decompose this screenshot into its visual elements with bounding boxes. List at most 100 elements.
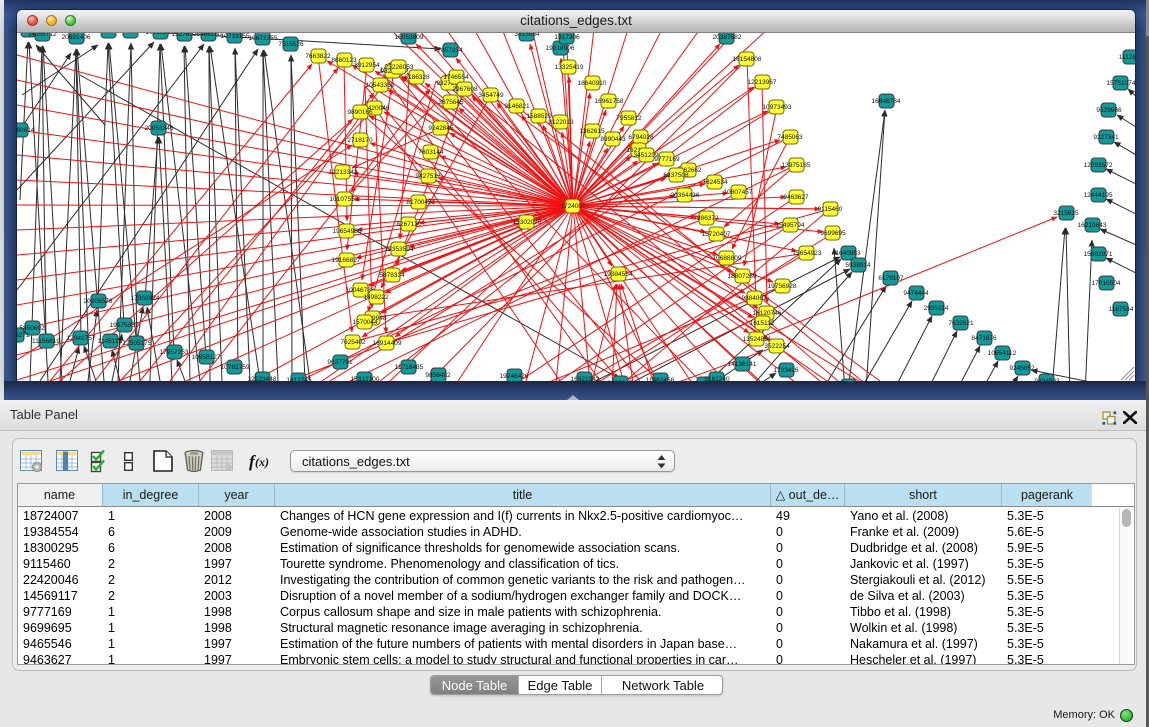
svg-text:10782759: 10782759: [221, 364, 250, 371]
svg-text:15692971: 15692971: [1084, 251, 1113, 258]
svg-text:16914409: 16914409: [373, 340, 402, 347]
svg-text:16154808: 16154808: [733, 56, 762, 63]
svg-text:8912954: 8912954: [354, 62, 380, 69]
svg-text:9890166: 9890166: [347, 109, 373, 116]
svg-text:13524851: 13524851: [743, 336, 772, 343]
svg-text:18807269: 18807269: [728, 273, 757, 280]
svg-text:6837508: 6837508: [663, 172, 689, 179]
svg-text:8471876: 8471876: [971, 335, 997, 342]
svg-text:1112864: 1112864: [1119, 54, 1135, 61]
svg-text:1824534: 1824534: [702, 179, 728, 186]
svg-text:18557251: 18557251: [117, 33, 146, 35]
svg-text:9856482: 9856482: [425, 372, 451, 379]
svg-text:2718170: 2718170: [347, 137, 373, 144]
svg-text:15654923: 15654923: [793, 250, 822, 257]
svg-text:7955812: 7955812: [616, 115, 642, 122]
svg-text:7632621: 7632621: [948, 320, 974, 327]
svg-text:13975165: 13975165: [782, 162, 811, 169]
svg-text:(x): (x): [255, 455, 269, 469]
svg-text:10688609: 10688609: [713, 255, 742, 262]
svg-text:8660123: 8660123: [331, 57, 357, 64]
svg-text:19975857: 19975857: [110, 322, 139, 329]
svg-text:9146821: 9146821: [504, 103, 530, 110]
svg-text:19246426: 19246426: [500, 373, 529, 380]
svg-text:11716485: 11716485: [395, 364, 424, 371]
svg-text:12444195: 12444195: [1084, 192, 1113, 199]
svg-text:20691406: 20691406: [62, 34, 91, 41]
svg-text:7663822: 7663822: [305, 53, 331, 60]
svg-text:10973493: 10973493: [763, 104, 792, 111]
svg-text:7485063: 7485063: [777, 134, 803, 141]
svg-text:8170045: 8170045: [406, 199, 432, 206]
svg-text:10958127: 10958127: [192, 354, 221, 361]
svg-text:10671355: 10671355: [249, 35, 278, 42]
svg-text:9115460: 9115460: [818, 206, 843, 213]
svg-text:17957253: 17957253: [160, 349, 189, 356]
svg-text:1640953: 1640953: [835, 250, 861, 257]
svg-text:10719155: 10719155: [221, 33, 250, 40]
svg-text:3813054: 3813054: [514, 33, 540, 38]
svg-text:16053809: 16053809: [395, 34, 424, 41]
svg-text:10654112: 10654112: [988, 350, 1017, 357]
svg-text:20364436: 20364436: [671, 192, 700, 199]
svg-text:1145193: 1145193: [98, 338, 123, 345]
svg-text:10807457: 10807457: [724, 189, 753, 196]
svg-text:15302075: 15302075: [513, 219, 542, 226]
svg-text:1498222: 1498222: [363, 294, 389, 301]
svg-text:8990443: 8990443: [600, 136, 626, 143]
svg-text:15495794: 15495794: [776, 222, 805, 229]
svg-text:7515526: 7515526: [278, 41, 304, 48]
svg-text:1527602: 1527602: [171, 33, 197, 38]
svg-text:2967608: 2967608: [452, 86, 478, 93]
svg-text:16648784: 16648784: [872, 98, 901, 105]
svg-text:6466160: 6466160: [196, 33, 222, 38]
svg-text:8122013: 8122013: [548, 119, 574, 126]
svg-text:3915271: 3915271: [17, 332, 30, 339]
svg-text:1917306: 1917306: [554, 34, 580, 41]
svg-text:11156819: 11156819: [32, 338, 60, 345]
svg-text:12213967: 12213967: [748, 79, 777, 86]
svg-text:19756928: 19756928: [768, 283, 797, 290]
svg-text:12213343: 12213343: [329, 169, 358, 176]
svg-text:12042757: 12042757: [67, 335, 96, 342]
svg-text:3454749: 3454749: [478, 92, 504, 99]
svg-text:20053346: 20053346: [145, 125, 174, 132]
svg-text:10543362: 10543362: [366, 82, 395, 89]
svg-text:14136141: 14136141: [728, 361, 757, 368]
svg-text:5938914: 5938914: [845, 262, 871, 269]
svg-text:3215935: 3215935: [1053, 210, 1079, 217]
svg-text:20160614: 20160614: [17, 127, 35, 134]
svg-text:5878334: 5878334: [379, 272, 405, 279]
svg-text:10107553: 10107553: [330, 196, 359, 203]
svg-text:8267130: 8267130: [396, 221, 422, 228]
svg-text:14055712: 14055712: [28, 33, 57, 38]
svg-text:9474444: 9474444: [903, 290, 929, 297]
svg-text:7803144: 7803144: [418, 149, 444, 156]
svg-text:20387682: 20387682: [713, 34, 742, 41]
svg-text:1362615: 1362615: [579, 128, 605, 135]
svg-text:19654985: 19654985: [333, 228, 362, 235]
svg-text:1733426: 1733426: [773, 367, 799, 374]
svg-text:12093572: 12093572: [1084, 162, 1113, 169]
svg-text:9884067: 9884067: [741, 295, 767, 302]
svg-text:6794028: 6794028: [628, 134, 654, 141]
svg-text:19384554: 19384554: [604, 271, 633, 278]
svg-text:16210643: 16210643: [1078, 222, 1107, 229]
svg-text:1615112: 1615112: [750, 320, 775, 327]
svg-text:15751074: 15751074: [1107, 80, 1135, 87]
svg-text:6179197: 6179197: [878, 275, 904, 282]
svg-text:7857234: 7857234: [437, 47, 463, 54]
svg-text:9463627: 9463627: [783, 194, 809, 201]
svg-text:20206578: 20206578: [84, 298, 113, 305]
svg-text:16961758: 16961758: [595, 98, 624, 105]
svg-text:12353594: 12353594: [385, 246, 414, 253]
svg-text:9637791: 9637791: [327, 359, 353, 366]
svg-text:19218906: 19218906: [546, 45, 575, 52]
svg-text:1746554: 1746554: [443, 74, 469, 81]
svg-text:9242845: 9242845: [428, 125, 454, 132]
svg-text:17010504: 17010504: [1092, 280, 1121, 287]
svg-text:19166827: 19166827: [332, 257, 361, 264]
svg-text:15720407: 15720407: [702, 231, 731, 238]
svg-text:9227341: 9227341: [1093, 134, 1119, 141]
svg-text:9777169: 9777169: [654, 156, 680, 163]
